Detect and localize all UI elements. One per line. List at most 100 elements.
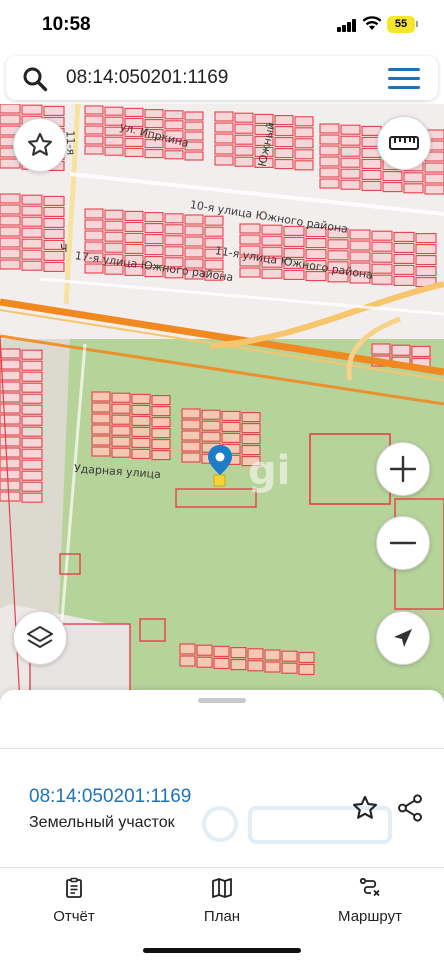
parcel-outline [21,205,43,216]
parcel-outline [0,458,21,469]
parcel-outline [181,452,201,463]
parcel-outline [274,148,294,159]
parcel-outline [104,136,124,146]
tab-report-label: Отчёт [53,908,95,925]
parcel-outline [179,655,196,667]
parcel-outline [21,404,43,415]
parcel-outline [104,146,124,156]
tab-plan[interactable]: План [172,876,272,932]
parcel-outline [221,432,241,443]
parcel-outline [261,235,283,246]
star-icon [27,132,53,156]
plot-info-sheet[interactable]: 08:14:050201:1169 Земельный участок [0,690,444,870]
parcel-outline [181,408,201,419]
parcel-outline [0,414,21,425]
plot-cadastral-number[interactable]: 08:14:050201:1169 [29,786,191,808]
layers-button[interactable] [13,611,67,665]
parcel-outline [393,253,415,264]
parcel-outline [43,206,65,217]
parcel-outline [144,109,164,119]
parcel-outline [0,114,21,125]
parcel-outline [21,360,43,371]
map-canvas[interactable] [0,104,444,704]
parcel-outline [234,156,254,167]
location-pin-icon[interactable] [207,444,233,488]
parcel-outline [204,226,224,237]
parcel-outline [361,169,382,180]
search-input[interactable]: 08:14:050201:1169 [66,67,228,89]
parcel-outline [144,234,164,245]
parcel-outline [164,150,184,160]
parcel-outline [340,157,361,168]
parcel-outline [84,105,104,115]
menu-icon[interactable] [388,68,420,90]
tab-report[interactable]: Отчёт [24,876,124,932]
parcel-outline [151,450,171,461]
zoom-out-button[interactable] [376,516,430,570]
parcel-outline [111,414,131,425]
parcel-outline [241,423,261,434]
tab-bar: Отчёт План Маршрут [0,867,444,960]
parcel-outline [0,491,21,502]
parcel-outline [294,149,314,160]
zoom-in-button[interactable] [376,442,430,496]
parcel-outline [104,106,124,116]
my-location-button[interactable] [376,611,430,665]
navigation-arrow-icon [394,629,412,647]
parcel-outline [281,662,298,674]
ruler-icon [389,136,419,150]
wifi-icon [362,16,382,30]
parcel-outline [21,492,43,503]
parcel-outline [213,645,230,657]
parcel-outline [0,204,21,215]
parcel-outline [0,370,21,381]
cadastral-map[interactable]: ул. Ипркина 11-я Южный 10-я улица Южного… [0,104,444,704]
favorite-star-icon[interactable] [351,794,379,822]
parcel-outline [124,147,144,157]
status-time: 10:58 [42,14,91,35]
parcel-outline [393,264,415,275]
tab-route[interactable]: Маршрут [320,876,420,932]
parcel-outline [0,469,21,480]
parcel-outline [91,424,111,435]
parcel-outline [0,447,21,458]
parcel-outline [319,178,340,189]
plot-type: Земельный участок [29,814,175,831]
parcel-outline [264,661,281,673]
parcel-outline [382,171,403,182]
parcel-outline [184,214,204,225]
favorite-map-button[interactable] [13,118,67,172]
parcel-outline [424,184,444,195]
parcel-outline [196,656,213,668]
parcel-outline [298,663,315,675]
parcel-outline [230,659,247,671]
parcel-outline [0,248,21,259]
parcel-outline [164,224,184,235]
parcel-outline [319,167,340,178]
parcel-outline [281,650,298,662]
sheet-grabber[interactable] [198,698,246,703]
ruler-button[interactable] [377,116,431,170]
parcel-outline [84,125,104,135]
parcel-outline [327,250,349,261]
parcel-outline [151,428,171,439]
parcel-outline [164,235,184,246]
parcel-outline [349,229,371,240]
share-icon[interactable] [397,794,423,822]
parcel-outline [131,393,151,404]
search-icon[interactable] [22,66,48,92]
parcel-outline [184,121,204,131]
parcel-outline [415,266,437,277]
search-bar[interactable]: 08:14:050201:1169 [6,56,438,100]
parcel-outline [124,221,144,232]
parcel-outline [283,236,305,247]
parcel-outline [298,651,315,663]
parcel-outline [274,137,294,148]
map-plan-icon [212,878,232,898]
parcel-outline [261,224,283,235]
parcel-outline [294,160,314,171]
parcel-outline [382,182,403,193]
parcel-outline [131,415,151,426]
parcel-outline [184,236,204,247]
parcel-outline [201,420,221,431]
